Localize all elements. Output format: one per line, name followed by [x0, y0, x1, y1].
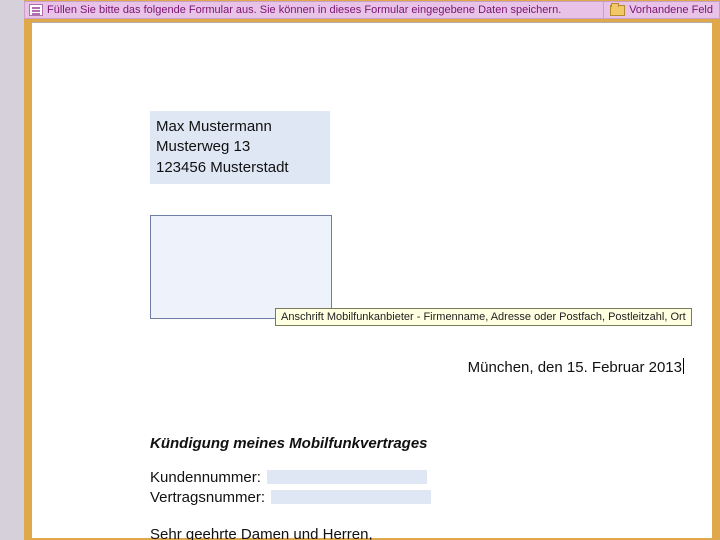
letter-greeting: Sehr geehrte Damen und Herren,: [150, 526, 373, 540]
text-caret-icon: [683, 358, 684, 374]
highlight-fields-label: Vorhandene Feld: [629, 4, 713, 16]
recipient-address-field[interactable]: [150, 215, 332, 319]
customer-number-label: Kundennummer:: [150, 469, 261, 486]
customer-number-row: Kundennummer:: [150, 467, 431, 487]
form-icon: [29, 4, 43, 16]
form-fill-bar: Füllen Sie bitte das folgende Formular a…: [24, 1, 720, 19]
contract-number-label: Vertragsnummer:: [150, 489, 265, 506]
document-page: Max Mustermann Musterweg 13 123456 Muste…: [32, 22, 712, 538]
date-line[interactable]: München, den 15. Februar 2013: [468, 358, 684, 376]
contract-number-field[interactable]: [271, 490, 431, 504]
sender-name: Max Mustermann: [156, 117, 322, 137]
sender-street: Musterweg 13: [156, 137, 322, 157]
highlight-fields-button[interactable]: Vorhandene Feld: [603, 2, 719, 18]
side-spacer: [3, 34, 21, 52]
recipient-tooltip: Anschrift Mobilfunkanbieter - Firmenname…: [275, 308, 692, 326]
letter-subject: Kündigung meines Mobilfunkvertrages: [150, 435, 428, 452]
recipient-tooltip-text: Anschrift Mobilfunkanbieter - Firmenname…: [281, 311, 686, 323]
folder-icon: [610, 5, 625, 16]
contract-number-row: Vertragsnummer:: [150, 487, 431, 507]
sender-address-field[interactable]: Max Mustermann Musterweg 13 123456 Muste…: [150, 111, 330, 184]
date-text: München, den 15. Februar 2013: [468, 359, 682, 376]
side-spacer: [3, 8, 21, 26]
side-toolbar: [0, 0, 24, 540]
form-fill-message: Füllen Sie bitte das folgende Formular a…: [47, 4, 561, 16]
sender-city: 123456 Musterstadt: [156, 158, 322, 178]
app-viewport: Füllen Sie bitte das folgende Formular a…: [0, 0, 720, 540]
form-fill-bar-left: Füllen Sie bitte das folgende Formular a…: [25, 4, 603, 16]
customer-number-field[interactable]: [267, 470, 427, 484]
reference-fields: Kundennummer: Vertragsnummer:: [150, 467, 431, 507]
